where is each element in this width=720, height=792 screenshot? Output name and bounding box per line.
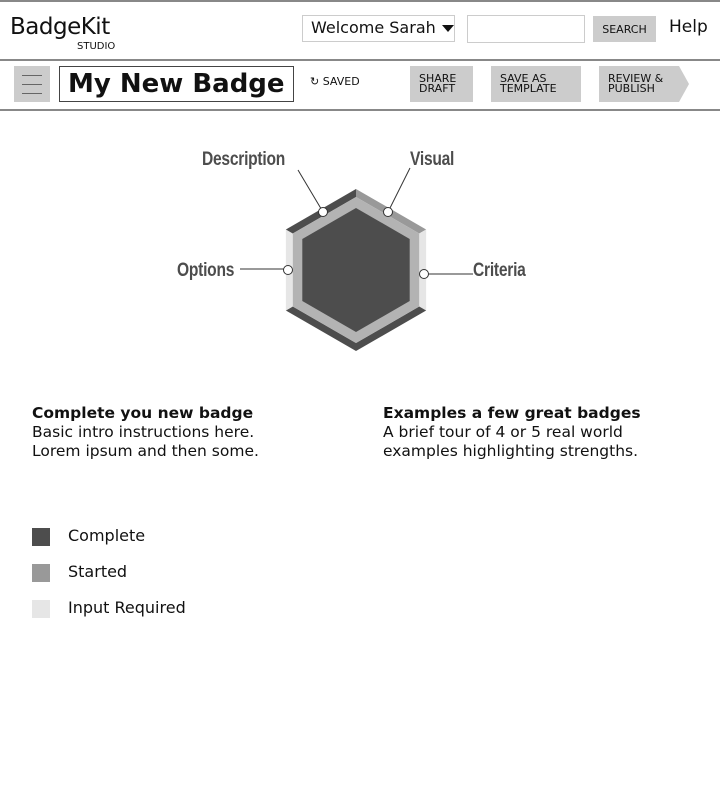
examples-title: Examples a few great badges	[383, 404, 641, 422]
intro-text: Basic intro instructions here.	[32, 423, 255, 441]
section-label-options[interactable]: Options	[177, 260, 234, 282]
legend-swatch	[32, 528, 50, 546]
examples-text: examples highlighting strengths.	[383, 442, 639, 460]
intro-block: Complete you new badge Basic intro instru…	[32, 404, 259, 461]
section-handle[interactable]	[383, 207, 393, 217]
intro-title: Complete you new badge	[32, 404, 254, 422]
legend-swatch	[32, 600, 50, 618]
section-label-description[interactable]: Description	[202, 149, 285, 171]
section-handle[interactable]	[318, 207, 328, 217]
badge-progress-hexagon	[240, 167, 473, 351]
examples-text: A brief tour of 4 or 5 real world	[383, 423, 623, 441]
section-label-criteria[interactable]: Criteria	[473, 260, 526, 282]
section-handle[interactable]	[283, 265, 293, 275]
intro-text: Lorem ipsum and then some.	[32, 442, 259, 460]
legend-swatch	[32, 564, 50, 582]
callout-line	[297, 169, 324, 213]
callout-line	[387, 167, 411, 213]
examples-block: Examples a few great badges A brief tour …	[383, 404, 641, 461]
section-handle[interactable]	[419, 269, 429, 279]
section-label-visual[interactable]: Visual	[410, 149, 454, 171]
